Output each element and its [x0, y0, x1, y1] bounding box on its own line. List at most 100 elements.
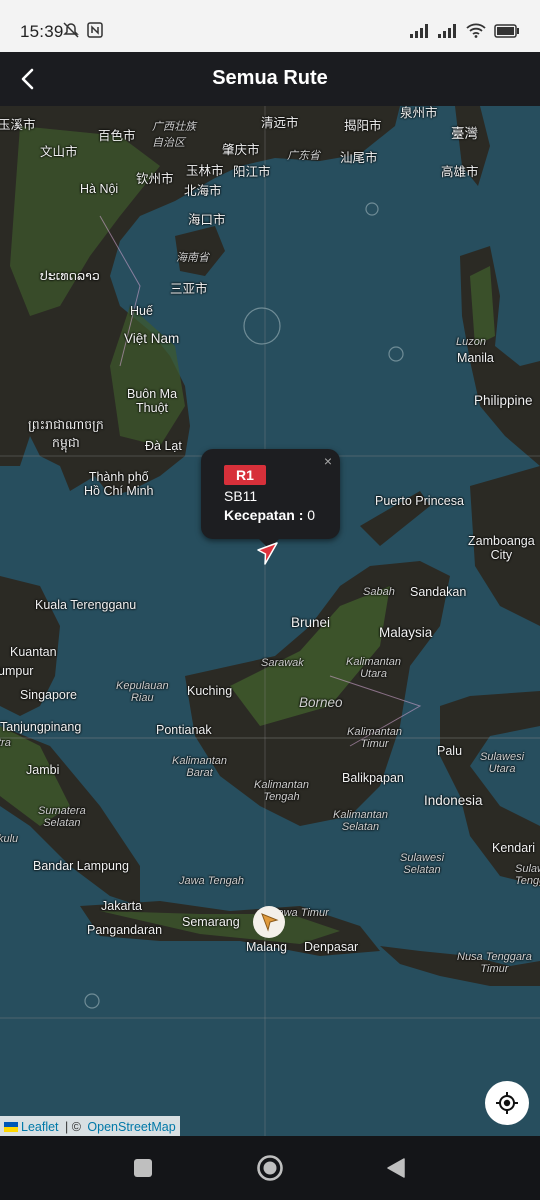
map-label: Jambi	[26, 763, 60, 777]
map-label: 泉州市	[400, 106, 438, 120]
map-label: Malang	[246, 940, 287, 954]
status-left-icons	[62, 22, 104, 38]
map-label: 清远市	[261, 116, 299, 130]
battery-icon	[494, 23, 519, 38]
back-nav-button[interactable]	[378, 1150, 414, 1186]
map-label: Sarawak	[261, 657, 304, 669]
square-icon	[134, 1159, 152, 1177]
system-nav-bar	[0, 1136, 540, 1200]
map-label: Kalimantan Selatan	[333, 809, 389, 833]
map-label: Indonesia	[424, 793, 483, 808]
map-label: Bandar Lampung	[33, 859, 129, 873]
vessel-marker-icon[interactable]	[255, 540, 281, 566]
navigation-arrow-icon	[261, 913, 279, 932]
signal-icon-2	[438, 23, 456, 38]
map-label: Thành phố Hồ Chí Minh	[84, 470, 154, 498]
map-label: Brunei	[291, 615, 331, 630]
status-bar: 15:39	[0, 0, 540, 52]
map-label: umpur	[0, 664, 34, 678]
home-circle-icon	[257, 1155, 283, 1181]
map-label: Kalimantan Timur	[347, 726, 403, 750]
map-label: 广东省	[287, 150, 320, 162]
signal-icon	[410, 23, 428, 38]
map-label: 百色市	[98, 129, 136, 143]
map-label: 三亚市	[170, 282, 208, 296]
map-label: Zamboanga City	[468, 534, 535, 562]
map-label: Jakarta	[101, 899, 142, 913]
map-label: Balikpapan	[342, 771, 404, 785]
map-label: Pangandaran	[87, 923, 163, 937]
map-tiles	[0, 106, 540, 1136]
map-label: 北海市	[184, 184, 222, 198]
vessel-popup: × R1 SB11 Kecepatan : 0	[201, 449, 340, 549]
status-time: 15:39	[20, 22, 64, 41]
home-button[interactable]	[252, 1150, 288, 1186]
map-label: 玉溪市	[0, 118, 36, 132]
openstreetmap-link[interactable]: OpenStreetMap	[87, 1120, 175, 1134]
map-label: Sandakan	[410, 585, 467, 599]
app-bar: Semua Rute	[0, 52, 540, 106]
attribution-separator: | ©	[61, 1119, 85, 1134]
map-label: 海口市	[188, 213, 226, 227]
map-label: Sulawesi Utara	[480, 751, 525, 775]
leaflet-link[interactable]: Leaflet	[21, 1120, 59, 1134]
map-label: 臺灣	[451, 126, 478, 141]
origin-marker[interactable]	[253, 906, 285, 938]
map-label: Huế	[130, 304, 153, 318]
route-badge: R1	[224, 465, 266, 485]
map-label: ព្រះរាជាណាចក្រ កម្ពុជា	[28, 418, 104, 450]
my-location-button[interactable]	[485, 1081, 529, 1125]
ukraine-flag-icon	[4, 1121, 18, 1132]
map-label: Denpasar	[304, 940, 359, 954]
map-view[interactable]: 玉溪市 百色市 广西壮族 自治区 清远市 揭阳市 泉州市 臺灣 文山市 肇庆市 …	[0, 106, 540, 1136]
map-label: 肇庆市	[222, 143, 260, 157]
map-label: 钦州市	[136, 172, 174, 186]
map-label: Malaysia	[379, 625, 433, 640]
map-label: Jawa Tengah	[179, 875, 245, 887]
map-label: Pontianak	[156, 723, 212, 737]
map-label: Việt Nam	[124, 331, 180, 346]
notifications-off-icon	[63, 22, 79, 38]
map-label: Semarang	[182, 915, 240, 929]
map-attribution: Leaflet | © OpenStreetMap	[0, 1116, 180, 1136]
status-right-icons	[410, 23, 520, 38]
speed-label: Kecepatan :	[224, 507, 304, 523]
map-label: Tanjungpinang	[0, 720, 82, 734]
map-label: Kalimantan Tengah	[254, 779, 310, 803]
map-label: tra	[0, 737, 11, 749]
map-label: ປະເທດລາວ	[40, 269, 100, 283]
popup-close-button[interactable]: ×	[324, 453, 332, 469]
map-label: Sulaw Tengg	[515, 863, 540, 887]
map-label: Kuantan	[10, 645, 57, 659]
map-label: 玉林市	[186, 164, 224, 178]
map-label: Puerto Princesa	[375, 494, 464, 508]
map-label: Luzon	[456, 336, 486, 348]
map-label: Đà Lạt	[145, 439, 182, 453]
map-label: Nusa Tenggara Timur	[457, 951, 532, 975]
map-label: Kuala Terengganu	[35, 598, 137, 612]
map-label: 海南省	[176, 252, 209, 264]
triangle-back-icon	[387, 1158, 405, 1178]
nfc-icon	[87, 22, 103, 38]
recents-button[interactable]	[125, 1150, 161, 1186]
map-label: 高雄市	[441, 165, 479, 179]
map-label: 广西壮族 自治区	[152, 121, 196, 149]
map-label: Singapore	[20, 688, 77, 702]
map-label: Buôn Ma Thuột	[127, 387, 178, 415]
wifi-icon	[466, 23, 486, 38]
map-label: Kepulauan Riau	[116, 680, 169, 704]
map-label: 文山市	[40, 145, 78, 159]
map-label: Kalimantan Utara	[346, 656, 402, 680]
map-label: 揭阳市	[344, 119, 382, 133]
map-label: 阳江市	[233, 165, 271, 179]
speed-value: 0	[307, 507, 316, 523]
map-label: Philippine	[474, 393, 533, 408]
map-label: 汕尾市	[340, 151, 378, 165]
map-label: Kuching	[187, 684, 233, 698]
map-label: Manila	[457, 351, 494, 365]
vessel-name: SB11	[224, 488, 258, 504]
map-label: Kendari	[492, 841, 536, 855]
map-label: Sumatera Selatan	[38, 805, 86, 829]
map-label: Borneo	[299, 695, 343, 710]
map-label: Kalimantan Barat	[172, 755, 228, 779]
